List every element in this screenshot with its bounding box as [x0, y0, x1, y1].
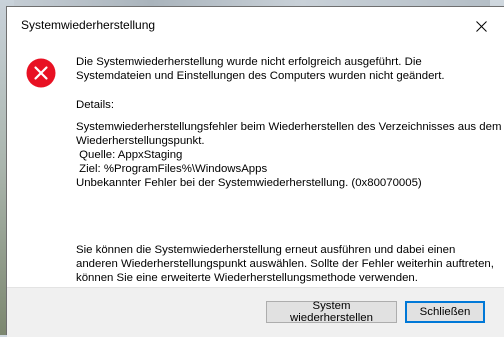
details-line: Wiederherstellungspunkt. [76, 135, 205, 147]
error-message: Die Systemwiederherstellung wurde nicht … [76, 56, 445, 82]
close-window-button[interactable] [470, 15, 492, 37]
system-restore-dialog: Systemwiederherstellung Die Systemwieder… [6, 6, 504, 337]
details-line: Systemwiederherstellungsfehler beim Wied… [76, 121, 502, 133]
dialog-content: Die Systemwiederherstellung wurde nicht … [76, 55, 502, 190]
advice-text: Sie können die Systemwiederherstellung e… [76, 244, 494, 284]
details-line: Ziel: %ProgramFiles%\WindowsApps [76, 163, 268, 175]
restore-system-button[interactable]: System wiederherstellen [266, 300, 397, 324]
details-heading: Details: [76, 99, 114, 111]
button-bar: System wiederherstellen Schließen [7, 287, 504, 337]
title-bar: Systemwiederherstellung [7, 7, 504, 37]
error-icon [26, 58, 56, 88]
details-line: Unbekannter Fehler bei der Systemwiederh… [76, 177, 422, 189]
dialog-title: Systemwiederherstellung [21, 18, 156, 32]
details-text: Systemwiederherstellungsfehler beim Wied… [76, 120, 502, 190]
details-line: Quelle: AppxStaging [76, 149, 183, 161]
close-button[interactable]: Schließen [405, 301, 485, 323]
close-icon [475, 20, 487, 32]
